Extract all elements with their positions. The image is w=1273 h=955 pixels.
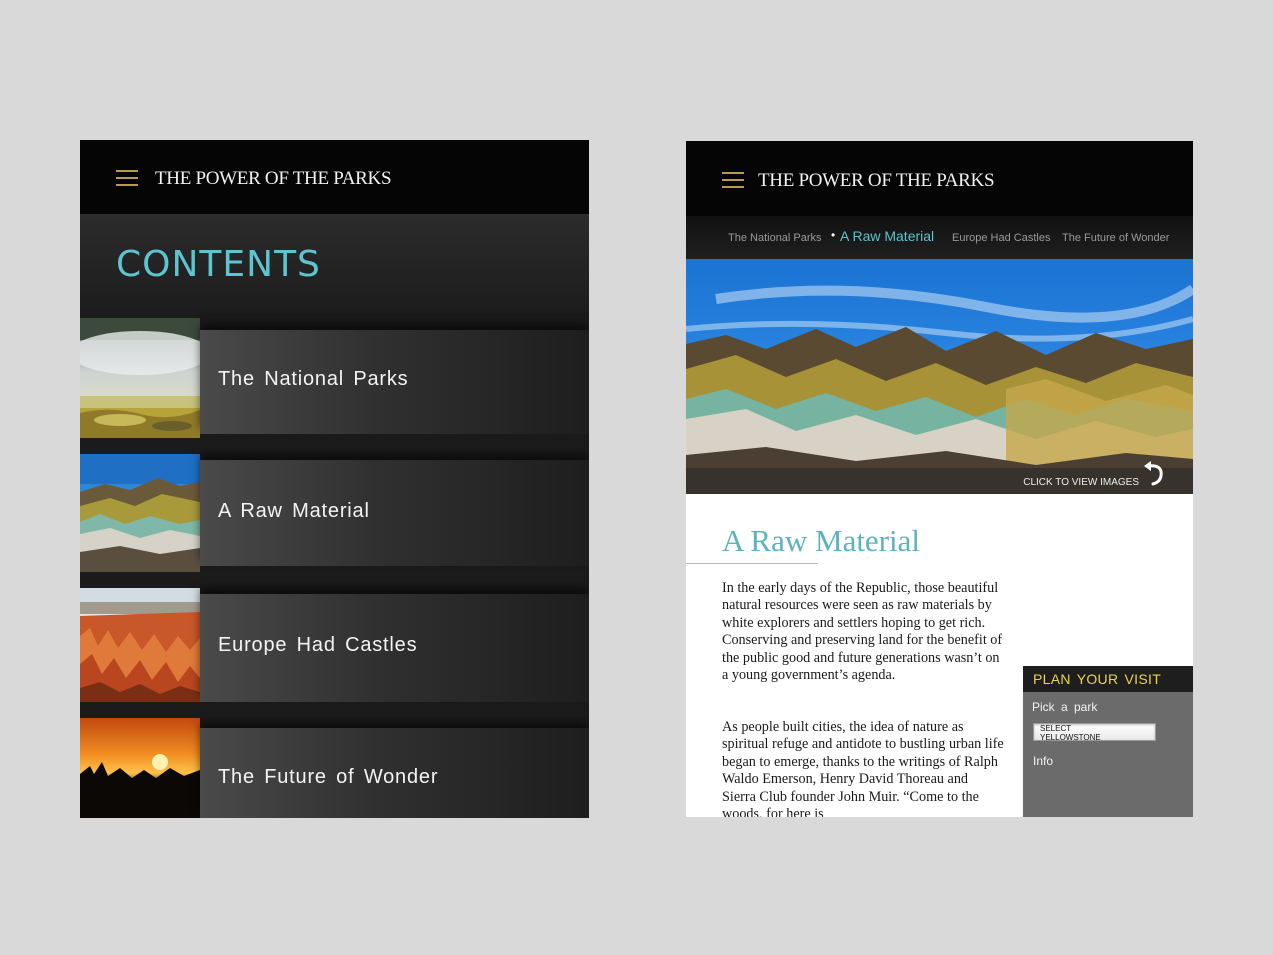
section-tabs: The National Parks • A Raw Material Euro… [686,216,1193,259]
thumbnail-geyser [80,318,200,438]
thumbnail-painted-hills [80,454,200,572]
contents-item-europe-castles[interactable]: Europe Had Castles [80,588,589,702]
contents-screen: THE POWER OF THE PARKS CONTENTS The Nati… [80,140,589,818]
article-screen: THE POWER OF THE PARKS The National Park… [686,141,1193,817]
info-link[interactable]: Info [1033,754,1053,768]
contents-item-label: The National Parks [218,368,409,390]
article-title: A Raw Material [722,523,921,558]
back-arrow-icon[interactable] [1141,458,1169,486]
park-select-value: SELECT YELLOWSTONE [1040,724,1101,741]
article-paragraph: As people built cities, the idea of natu… [722,719,1004,817]
thumbnail-sunset [80,718,200,818]
tab-raw-material[interactable]: A Raw Material [840,228,934,244]
contents-item-label: A Raw Material [218,500,370,522]
hero-image[interactable]: CLICK TO VIEW IMAGES [686,259,1193,494]
view-images-link[interactable]: CLICK TO VIEW IMAGES [1023,477,1139,488]
contents-title: CONTENTS [116,244,321,285]
app-title: THE POWER OF THE PARKS [758,170,995,191]
active-tab-dot: • [831,228,836,242]
menu-icon[interactable] [116,170,138,186]
app-title: THE POWER OF THE PARKS [155,168,392,189]
contents-item-label: Europe Had Castles [218,634,418,656]
menu-icon[interactable] [722,172,744,188]
contents-item-label: The Future of Wonder [218,766,439,788]
park-select[interactable]: SELECT YELLOWSTONE [1033,723,1156,741]
contents-item-raw-material[interactable]: A Raw Material [80,454,589,572]
tab-national-parks[interactable]: The National Parks [728,232,822,244]
plan-visit-panel: PLAN YOUR VISIT Pick a park SELECT YELLO… [1023,666,1193,817]
plan-visit-title: PLAN YOUR VISIT [1033,671,1162,687]
header-bar: THE POWER OF THE PARKS [686,141,1193,216]
article-paragraph: In the early days of the Republic, those… [722,580,1003,684]
pick-park-label: Pick a park [1032,700,1098,714]
tab-europe-castles[interactable]: Europe Had Castles [952,232,1050,244]
contents-item-national-parks[interactable]: The National Parks [80,318,589,438]
contents-item-future-wonder[interactable]: The Future of Wonder [80,718,589,818]
thumbnail-canyon [80,588,200,702]
header-bar: THE POWER OF THE PARKS [80,140,589,214]
tab-future-wonder[interactable]: The Future of Wonder [1062,232,1169,244]
title-divider [686,563,818,564]
